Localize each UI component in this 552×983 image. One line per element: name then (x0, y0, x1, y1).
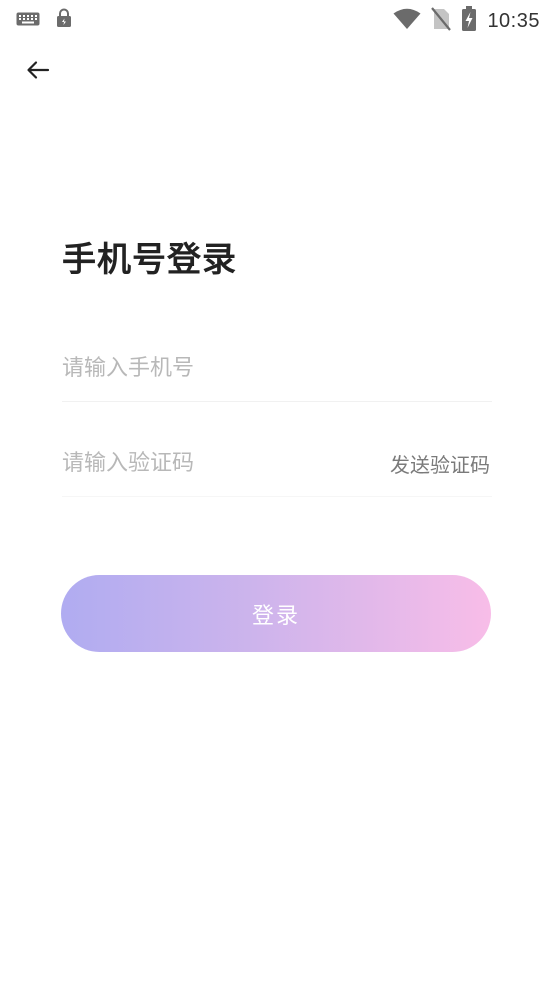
status-left (16, 8, 72, 32)
verification-code-input[interactable] (62, 443, 390, 483)
lock-icon (56, 8, 72, 32)
back-button[interactable] (20, 56, 56, 88)
keyboard-icon (16, 11, 40, 30)
wifi-icon (393, 8, 421, 34)
status-time: 10:35 (487, 9, 540, 32)
login-screen: 10:35 手机号登录 发送验证码 登录 (0, 0, 552, 983)
login-button[interactable]: 登录 (61, 575, 491, 652)
arrow-left-icon (26, 60, 50, 84)
code-field: 发送验证码 (62, 430, 492, 497)
phone-input[interactable] (62, 348, 492, 388)
phone-field (62, 335, 492, 402)
status-right: 10:35 (393, 6, 540, 36)
send-code-button[interactable]: 发送验证码 (390, 449, 490, 478)
login-button-label: 登录 (251, 603, 300, 629)
status-bar: 10:35 (0, 0, 552, 38)
battery-charging-icon (461, 6, 477, 36)
page-title: 手机号登录 (62, 240, 237, 280)
no-sim-icon (431, 7, 452, 35)
